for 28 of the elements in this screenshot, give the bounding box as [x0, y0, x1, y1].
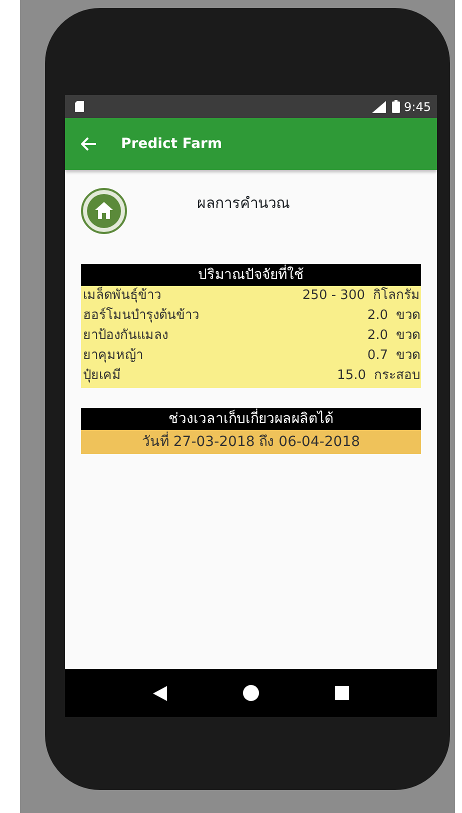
row-label: เมล็ดพันธุ์ข้าว — [83, 286, 162, 305]
back-arrow-icon[interactable] — [81, 137, 97, 151]
row-amount: 2.0 — [367, 327, 388, 345]
page-title: ผลการคำนวณ — [197, 193, 290, 214]
row-unit: ขวด — [396, 307, 420, 325]
row-unit: กระสอบ — [374, 367, 420, 385]
row-unit: ขวด — [396, 327, 420, 345]
row-amount: 15.0 — [337, 367, 366, 385]
section-header: ปริมาณปัจจัยที่ใช้ — [81, 264, 421, 286]
row-label: ปุ๋ยเคมี — [83, 366, 122, 385]
row-unit: ขวด — [396, 347, 420, 365]
row-amount: 0.7 — [367, 347, 388, 365]
battery-icon — [392, 100, 400, 113]
status-time: 9:45 — [404, 98, 431, 116]
row-label: ฮอร์โมนบำรุงต้นข้าว — [83, 306, 200, 325]
home-icon[interactable] — [81, 188, 127, 234]
row-amount: 250 - 300 — [302, 287, 365, 305]
section-header: ช่วงเวลาเก็บเกี่ยวผลผลิตได้ — [81, 408, 421, 430]
app-bar-title: Predict Farm — [121, 134, 222, 154]
home-button-icon[interactable] — [243, 685, 259, 701]
date-range: วันที่ 27-03-2018 ถึง 06-04-2018 — [81, 430, 421, 454]
row-unit: กิโลกรัม — [373, 286, 420, 305]
row-label: ยาคุมหญ้า — [83, 347, 144, 365]
back-icon[interactable] — [153, 686, 167, 700]
row-amount: 2.0 — [367, 307, 388, 325]
sd-card-icon — [75, 101, 84, 112]
row-label: ยาป้องกันแมลง — [83, 327, 169, 345]
signal-icon — [372, 100, 386, 112]
